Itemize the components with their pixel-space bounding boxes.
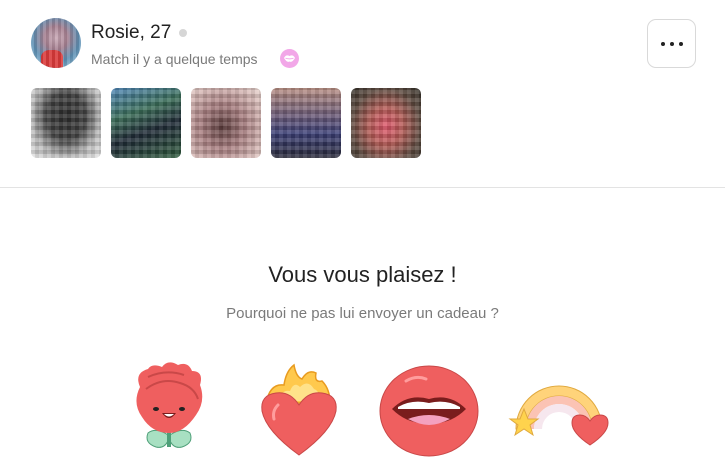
photo-thumbnail[interactable]	[111, 88, 181, 158]
rainbow-gift-button[interactable]	[508, 373, 610, 449]
gift-subtitle: Pourquoi ne pas lui envoyer un cadeau ?	[226, 305, 499, 322]
photo-thumbnail[interactable]	[31, 88, 101, 158]
flaming-heart-gift-button[interactable]	[256, 361, 342, 461]
photo-thumbnail[interactable]	[191, 88, 261, 158]
rose-gift-button[interactable]	[126, 359, 212, 459]
status-dot	[179, 29, 187, 37]
gift-title: Vous vous plaisez !	[268, 262, 457, 287]
avatar[interactable]	[31, 18, 81, 68]
rainbow-icon	[508, 385, 609, 446]
more-options-icon	[661, 42, 665, 46]
kiss-icon	[280, 49, 299, 68]
profile-header: Rosie, 27 Match il y a quelque temps	[0, 0, 725, 188]
photo-thumbnail[interactable]	[351, 88, 421, 158]
more-options-icon	[670, 42, 674, 46]
lips-gift-button[interactable]	[378, 363, 480, 459]
gift-section: Vous vous plaisez ! Pourquoi ne pas lui …	[0, 189, 725, 474]
match-time: Match il y a quelque temps	[91, 51, 258, 67]
flaming-heart-icon	[261, 363, 337, 456]
rose-icon	[136, 362, 203, 448]
more-options-icon	[679, 42, 683, 46]
lips-icon	[379, 365, 479, 457]
avatar-blur	[31, 18, 81, 68]
more-options-button[interactable]	[647, 19, 696, 68]
match-page: Rosie, 27 Match il y a quelque temps Vou…	[0, 0, 725, 474]
photo-thumbnail[interactable]	[271, 88, 341, 158]
profile-name[interactable]: Rosie, 27	[91, 22, 171, 44]
